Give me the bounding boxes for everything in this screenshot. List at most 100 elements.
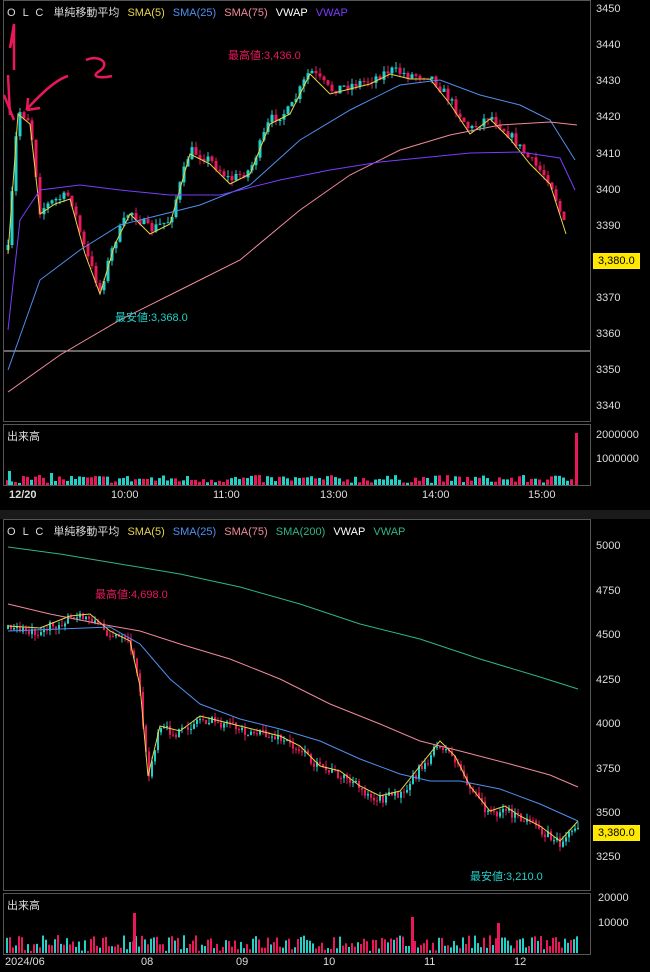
volume-bar (162, 944, 164, 953)
candle-body (406, 72, 410, 79)
candle-body (337, 770, 339, 778)
volume-bar (402, 482, 405, 485)
candle-body (382, 71, 386, 80)
volume-bar (374, 479, 377, 485)
candle-body (229, 721, 231, 723)
volume-bar (531, 937, 533, 953)
legend-vwap-green[interactable]: VWAP (373, 526, 405, 538)
volume-bar (558, 475, 561, 485)
legend-vwap-purple[interactable]: VWAP (316, 7, 348, 19)
volume-bar (182, 480, 185, 485)
volume-bar (363, 938, 365, 953)
legend-sma75[interactable]: SMA(75) (224, 526, 267, 538)
candle-body (217, 722, 219, 724)
legend-vwap-white[interactable]: VWAP (333, 526, 365, 538)
candle-body (223, 723, 225, 728)
volume-bar (351, 943, 353, 953)
volume-bar (513, 948, 515, 953)
candle-body (568, 831, 570, 838)
volume-bar (366, 480, 369, 485)
volume-bar (393, 939, 395, 953)
volume-bar (468, 935, 470, 953)
volume-bar (554, 475, 557, 485)
volume-bar (126, 949, 128, 953)
legend-sma25[interactable]: SMA(25) (173, 526, 216, 538)
volume-bar (552, 937, 554, 953)
candle-body (194, 147, 198, 155)
legend-sma200[interactable]: SMA(200) (276, 526, 326, 538)
volume-bar (298, 478, 301, 485)
candle-body (265, 730, 267, 738)
candle-body (13, 627, 15, 630)
volume-bar (394, 475, 397, 485)
volume-bar (126, 476, 129, 485)
volume-bar (12, 947, 14, 953)
volume-bar (348, 946, 350, 953)
volume-bar (174, 940, 176, 953)
candle-body (577, 828, 579, 830)
legend-vwap-white[interactable]: VWAP (276, 7, 308, 19)
candle-body (427, 763, 429, 765)
candle-body (16, 627, 18, 629)
y-tick: 4500 (596, 629, 621, 641)
candle-body (112, 636, 114, 638)
volume-bar (562, 477, 565, 485)
candle-body (210, 156, 214, 161)
candle-body (162, 222, 166, 224)
volume-bar (108, 946, 110, 953)
y-tick: 3390 (596, 220, 621, 232)
candle-body (542, 170, 546, 176)
volume-bar (300, 936, 302, 953)
volume-bar (522, 475, 525, 485)
volume-tick: 2000000 (596, 429, 639, 441)
legend-sma5[interactable]: SMA(5) (127, 526, 164, 538)
candle-body (193, 724, 195, 729)
legend-sma5[interactable]: SMA(5) (127, 7, 164, 19)
candle-body (54, 198, 58, 201)
volume-bar (518, 476, 521, 485)
candle-body (175, 734, 177, 738)
candle-body (244, 728, 246, 735)
volume-bar (334, 477, 337, 485)
volume-bar (402, 936, 404, 953)
volume-bar (178, 481, 181, 485)
volume-bar (362, 478, 365, 485)
volume-bar (442, 481, 445, 485)
volume-bar (34, 476, 37, 485)
volume-bar (231, 946, 233, 953)
volume-bar (294, 947, 296, 953)
volume-bar (322, 479, 325, 485)
volume-bar (270, 944, 272, 953)
candle-body (226, 176, 230, 178)
y-tick: 4750 (596, 585, 621, 597)
candle-body (376, 800, 378, 802)
volume-bar (165, 950, 167, 953)
volume-bar (482, 475, 485, 485)
volume-bar (566, 480, 569, 485)
candle-body (208, 722, 210, 725)
legend-sma25[interactable]: SMA(25) (173, 7, 216, 19)
volume-bar (82, 476, 85, 485)
candle-body (330, 84, 334, 91)
volume-bar (462, 937, 464, 953)
volume-bar (514, 481, 517, 485)
legend-sma75[interactable]: SMA(75) (224, 7, 267, 19)
volume-bar (74, 479, 77, 485)
volume-bar (15, 945, 17, 953)
volume-bar (398, 479, 401, 485)
volume-bar (561, 947, 563, 953)
candle-body (446, 88, 450, 101)
candle-body (73, 616, 75, 618)
volume-bar (542, 482, 545, 485)
candle-body (342, 85, 346, 87)
candle-body (418, 75, 422, 79)
panel-divider[interactable] (0, 510, 650, 519)
volume-bar (81, 950, 83, 953)
volume-bar (258, 475, 261, 485)
volume-bar (543, 949, 545, 953)
candle-body (222, 171, 226, 177)
volume-bar (150, 477, 153, 485)
volume-bar (57, 935, 59, 953)
candle-body (571, 830, 573, 832)
candle-body (361, 788, 363, 790)
